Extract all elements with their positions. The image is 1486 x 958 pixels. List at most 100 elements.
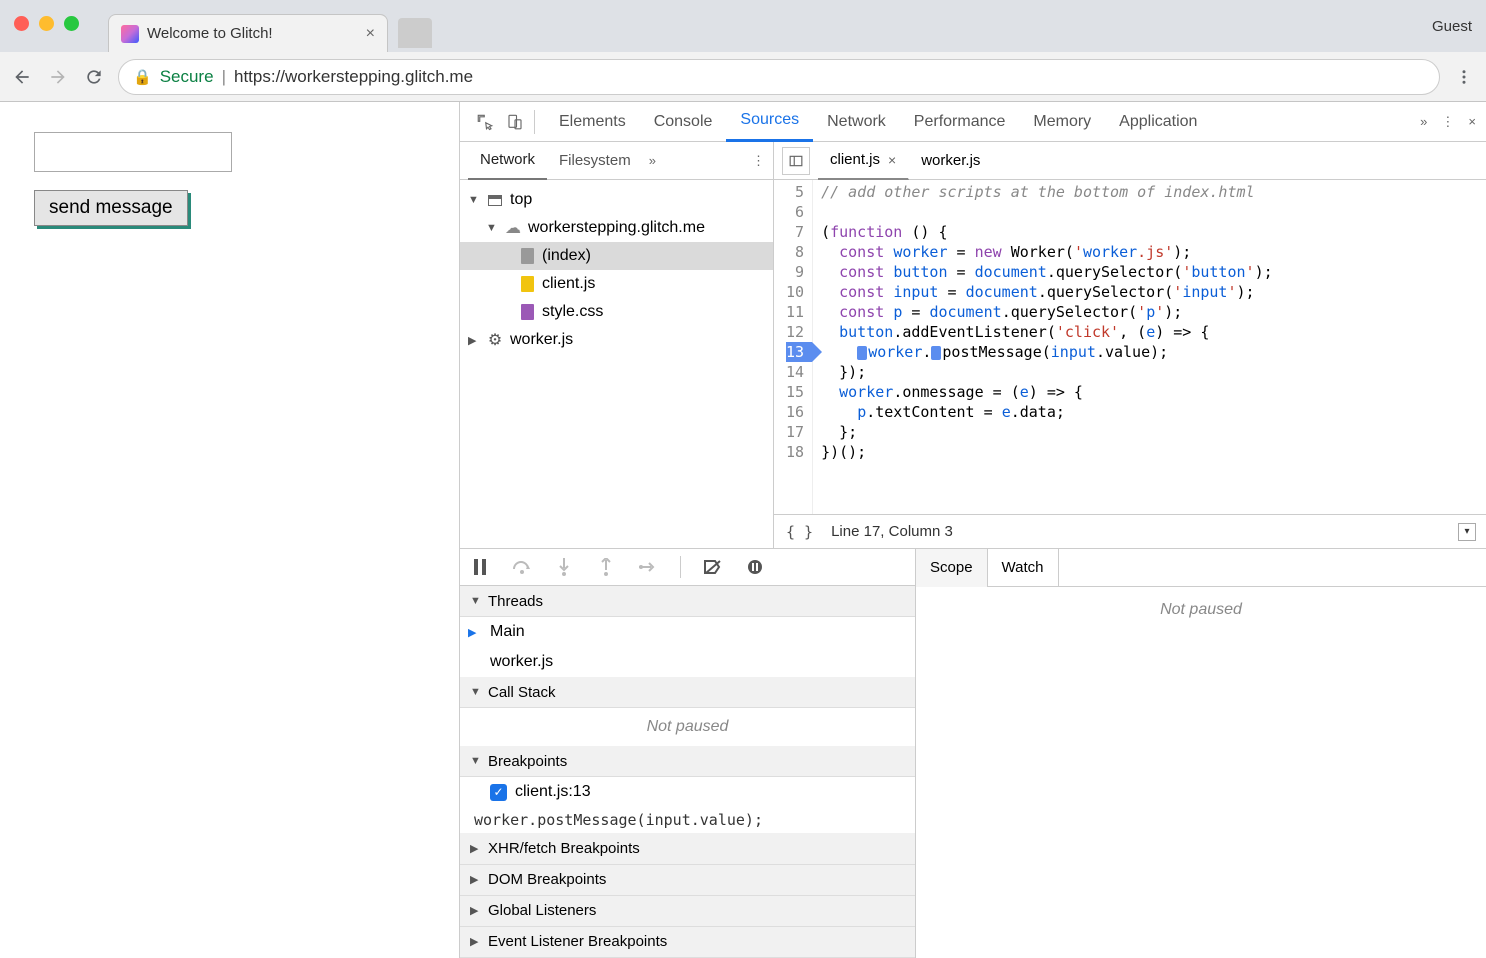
navigator-menu-icon[interactable]: ⋮ [752,153,765,169]
editor-status-bar: { } Line 17, Column 3 ▾ [774,514,1486,548]
devtools-tabbar: Elements Console Sources Network Perform… [460,102,1486,142]
pause-icon[interactable] [470,559,490,575]
frame-icon [488,195,502,206]
editor-tab-clientjs[interactable]: client.js × [818,142,909,180]
message-input[interactable] [34,132,232,172]
cloud-icon: ☁ [504,219,522,237]
browser-tab-strip: Welcome to Glitch! × Guest [0,0,1486,52]
section-breakpoints[interactable]: ▼Breakpoints [460,746,915,777]
pretty-print-icon[interactable]: { } [786,523,813,541]
tree-domain[interactable]: ▼ ☁ workerstepping.glitch.me [460,214,773,242]
code-content[interactable]: // add other scripts at the bottom of in… [813,180,1281,514]
tab-performance[interactable]: Performance [900,102,1020,142]
tree-top-frame[interactable]: ▼ top [460,186,773,214]
browser-tab[interactable]: Welcome to Glitch! × [108,14,388,52]
maximize-window-button[interactable] [64,16,79,31]
tab-network[interactable]: Network [813,102,900,142]
pause-exceptions-icon[interactable] [745,559,765,575]
editor-tab-label: client.js [830,151,880,168]
tree-worker[interactable]: ▶ ⚙ worker.js [460,326,773,354]
tree-label: style.css [542,303,603,321]
deactivate-breakpoints-icon[interactable] [703,559,723,575]
step-over-icon[interactable] [512,559,532,575]
breakpoint-code: worker.postMessage(input.value); [460,807,915,833]
window-controls [14,16,79,31]
tab-sources[interactable]: Sources [726,102,813,142]
devtools-menu-icon[interactable]: ⋮ [1441,114,1454,130]
favicon-icon [121,25,139,43]
close-icon[interactable]: × [888,152,896,168]
editor-tab-label: worker.js [921,152,980,169]
tab-console[interactable]: Console [640,102,727,142]
page-content: send message [0,102,460,958]
navigator-tab-network[interactable]: Network [468,142,547,180]
debugger-pane: ▼Threads Main worker.js ▼Call Stack Not … [460,548,1486,958]
url-text: https://workerstepping.glitch.me [234,67,473,87]
tree-label: workerstepping.glitch.me [528,219,705,237]
tab-elements[interactable]: Elements [545,102,640,142]
tree-label: top [510,191,532,209]
tab-memory[interactable]: Memory [1019,102,1105,142]
tab-scope[interactable]: Scope [916,549,988,587]
section-xhr[interactable]: ▶XHR/fetch Breakpoints [460,833,915,864]
close-devtools-icon[interactable]: × [1468,114,1476,129]
step-icon[interactable] [638,560,658,574]
tree-label: client.js [542,275,595,293]
profile-label[interactable]: Guest [1432,18,1472,35]
sources-navigator: Network Filesystem » ⋮ ▼ top ▼ ☁ workers… [460,142,774,548]
thread-worker[interactable]: worker.js [460,647,915,677]
lock-icon: 🔒 [133,68,152,86]
section-threads[interactable]: ▼Threads [460,586,915,617]
tab-watch[interactable]: Watch [988,549,1059,587]
file-tree: ▼ top ▼ ☁ workerstepping.glitch.me (inde… [460,180,773,548]
document-icon [521,248,534,264]
forward-button[interactable] [46,65,70,89]
step-into-icon[interactable] [554,558,574,576]
section-callstack[interactable]: ▼Call Stack [460,677,915,708]
close-tab-icon[interactable]: × [366,25,375,43]
inspect-element-icon[interactable] [470,113,500,131]
step-out-icon[interactable] [596,558,616,576]
breakpoint-item[interactable]: ✓ client.js:13 [460,777,915,807]
tree-label: worker.js [510,331,573,349]
tree-file-clientjs[interactable]: client.js [460,270,773,298]
toggle-navigator-icon[interactable] [782,147,810,175]
section-global[interactable]: ▶Global Listeners [460,896,915,927]
send-message-button[interactable]: send message [34,190,188,226]
address-bar[interactable]: 🔒 Secure | https://workerstepping.glitch… [118,59,1440,95]
sources-editor: client.js × worker.js 567891011121314151… [774,142,1486,548]
more-tabs-icon[interactable]: » [1420,114,1427,129]
devtools-panel: Elements Console Sources Network Perform… [460,102,1486,958]
section-event[interactable]: ▶Event Listener Breakpoints [460,927,915,958]
cursor-position: Line 17, Column 3 [831,523,953,540]
navigator-more-icon[interactable]: » [649,153,656,168]
url-separator: | [222,67,226,87]
code-editor[interactable]: 56789101112131415161718 // add other scr… [774,180,1486,514]
section-dom[interactable]: ▶DOM Breakpoints [460,865,915,896]
back-button[interactable] [10,65,34,89]
device-mode-icon[interactable] [500,113,530,131]
gutter[interactable]: 56789101112131415161718 [774,180,813,514]
editor-tabbar: client.js × worker.js [774,142,1486,180]
scope-empty: Not paused [916,587,1486,958]
debugger-toolbar [460,549,915,586]
worker-icon: ⚙ [486,331,504,349]
coverage-icon[interactable]: ▾ [1458,523,1476,541]
tab-application[interactable]: Application [1105,102,1211,142]
new-tab-button[interactable] [398,18,432,48]
callstack-empty: Not paused [460,708,915,746]
menu-button[interactable] [1452,65,1476,89]
tree-label: (index) [542,247,591,265]
tree-file-index[interactable]: (index) [460,242,773,270]
reload-button[interactable] [82,65,106,89]
breakpoint-label: client.js:13 [515,783,591,801]
css-file-icon [521,304,534,320]
navigator-tab-filesystem[interactable]: Filesystem [547,142,643,180]
tab-title: Welcome to Glitch! [147,25,358,42]
close-window-button[interactable] [14,16,29,31]
tree-file-stylecss[interactable]: style.css [460,298,773,326]
thread-main[interactable]: Main [460,617,915,647]
minimize-window-button[interactable] [39,16,54,31]
editor-tab-workerjs[interactable]: worker.js [909,142,993,180]
checkbox-checked-icon[interactable]: ✓ [490,784,507,801]
